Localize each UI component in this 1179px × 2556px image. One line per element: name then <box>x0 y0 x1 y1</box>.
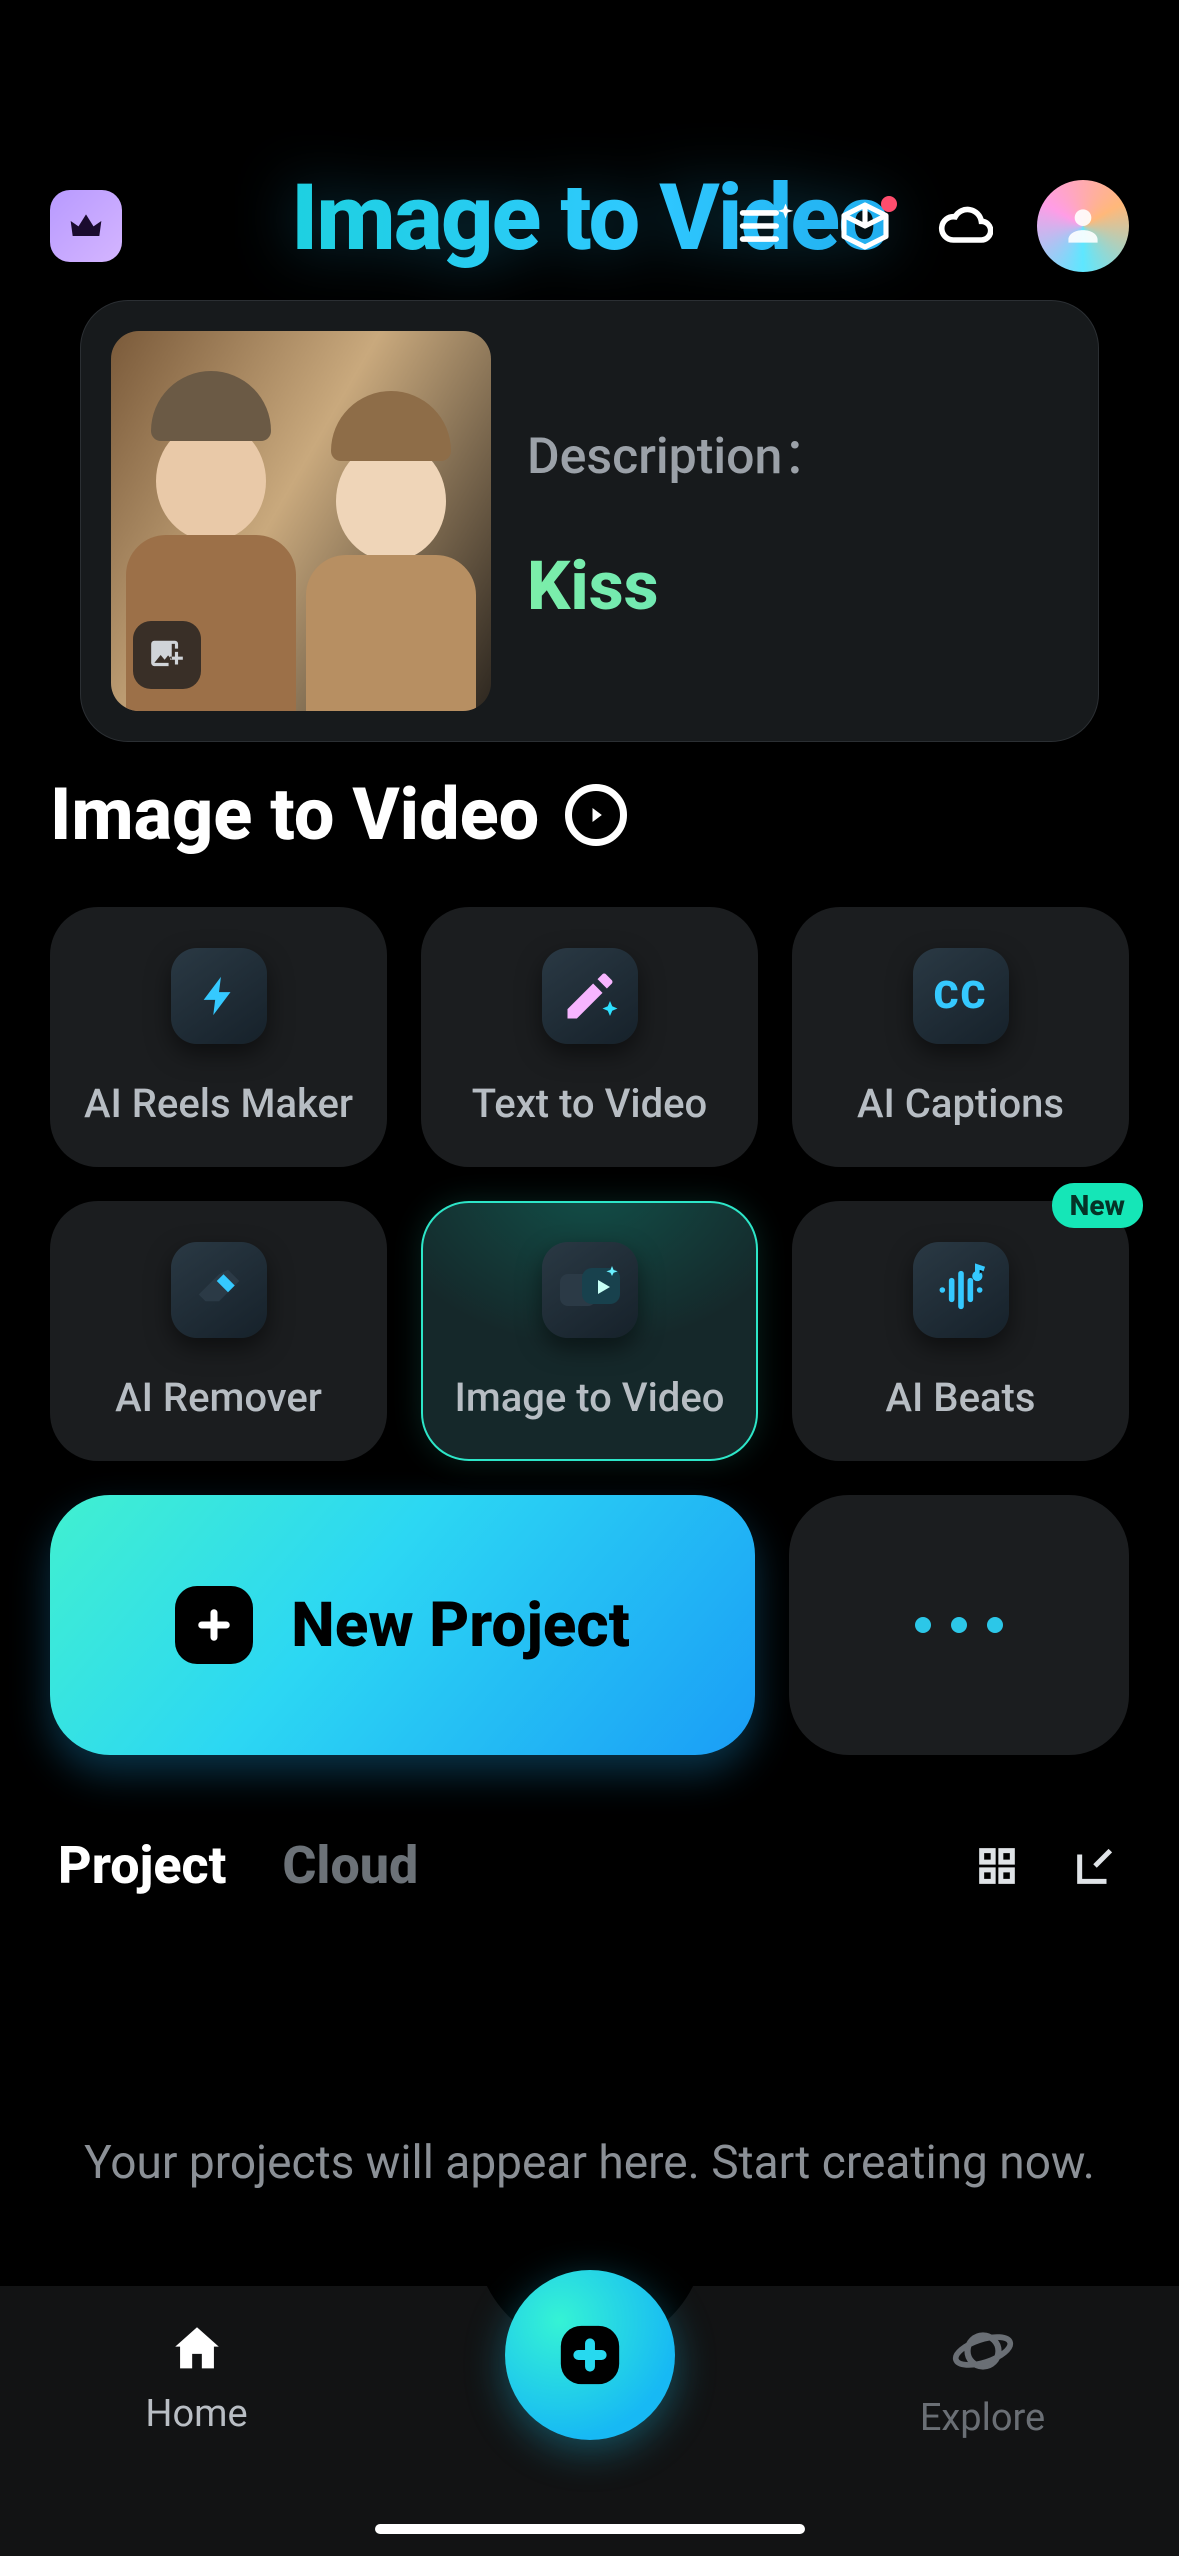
feature-label: Image to Video <box>455 1374 725 1421</box>
cloud-icon <box>937 197 993 255</box>
nav-home-label: Home <box>145 2392 247 2436</box>
feature-image-to-video[interactable]: Image to Video <box>421 1201 758 1461</box>
promo-image <box>111 331 491 711</box>
promo-description-value: Kiss <box>527 546 1068 626</box>
more-options-button[interactable] <box>789 1495 1129 1755</box>
tab-project[interactable]: Project <box>58 1835 226 1896</box>
project-tabs: Project Cloud <box>58 1835 418 1896</box>
pencil-ai-icon <box>542 948 638 1044</box>
grid-view-button[interactable] <box>971 1840 1023 1892</box>
new-project-button[interactable]: New Project <box>50 1495 755 1755</box>
promo-text: Description： Kiss <box>527 416 1068 626</box>
header-icons <box>50 180 1129 272</box>
nav-explore-label: Explore <box>920 2396 1045 2440</box>
tab-cloud[interactable]: Cloud <box>282 1835 418 1896</box>
project-tabs-actions <box>971 1840 1121 1892</box>
plus-icon <box>175 1586 253 1664</box>
grid-icon <box>974 1843 1020 1889</box>
image-video-icon <box>542 1242 638 1338</box>
feature-ai-reels-maker[interactable]: AI Reels Maker <box>50 907 387 1167</box>
create-fab[interactable] <box>505 2270 675 2440</box>
home-indicator <box>375 2524 805 2534</box>
crown-icon <box>66 206 106 246</box>
new-project-row: New Project <box>0 1461 1179 1755</box>
feature-label: Text to Video <box>472 1080 708 1127</box>
promo-description-label: Description： <box>527 416 1068 488</box>
edit-button[interactable] <box>1069 1840 1121 1892</box>
eraser-icon <box>171 1242 267 1338</box>
feature-text-to-video[interactable]: Text to Video <box>421 907 758 1167</box>
feature-label: AI Captions <box>857 1080 1064 1127</box>
new-badge: New <box>1052 1183 1143 1228</box>
nav-home[interactable]: Home <box>2 2320 391 2436</box>
cloud-button[interactable] <box>937 198 993 254</box>
menu-sparkle-button[interactable] <box>737 198 793 254</box>
home-icon <box>168 2320 226 2378</box>
profile-avatar[interactable] <box>1037 180 1129 272</box>
circle-arrow-icon <box>565 784 627 846</box>
nav-explore[interactable]: Explore <box>788 2320 1177 2440</box>
profile-icon <box>1058 201 1108 251</box>
package-button[interactable] <box>837 198 893 254</box>
empty-state-text: Your projects will appear here. Start cr… <box>0 1896 1179 2190</box>
more-dots-icon <box>915 1617 1003 1633</box>
header-right <box>737 180 1129 272</box>
cc-icon: CC <box>913 948 1009 1044</box>
edit-square-icon <box>1072 1843 1118 1889</box>
menu-sparkle-icon <box>737 202 793 250</box>
feature-label: AI Reels Maker <box>84 1080 353 1127</box>
feature-grid: AI Reels Maker Text to Video CC AI Capti… <box>0 907 1179 1461</box>
subtitle-text: Image to Video <box>50 772 539 857</box>
bolt-icon <box>171 948 267 1044</box>
feature-label: AI Beats <box>886 1374 1036 1421</box>
feature-label: AI Remover <box>115 1374 322 1421</box>
bottom-nav: Home Explore <box>0 2286 1179 2556</box>
image-plus-icon <box>148 636 186 674</box>
project-tabs-row: Project Cloud <box>0 1755 1179 1896</box>
feature-ai-remover[interactable]: AI Remover <box>50 1201 387 1461</box>
plus-rounded-icon <box>555 2320 625 2390</box>
promo-addimage-button[interactable] <box>133 621 201 689</box>
new-project-label: New Project <box>291 1589 630 1662</box>
music-wave-icon <box>913 1242 1009 1338</box>
planet-icon <box>952 2320 1014 2382</box>
feature-ai-captions[interactable]: CC AI Captions <box>792 907 1129 1167</box>
notification-dot-icon <box>881 196 897 212</box>
header: Image to Video <box>0 0 1179 300</box>
promo-card[interactable]: Description： Kiss <box>80 300 1099 742</box>
premium-button[interactable] <box>50 190 122 262</box>
feature-ai-beats[interactable]: New AI Beats <box>792 1201 1129 1461</box>
subtitle-link[interactable]: Image to Video <box>0 742 1179 907</box>
